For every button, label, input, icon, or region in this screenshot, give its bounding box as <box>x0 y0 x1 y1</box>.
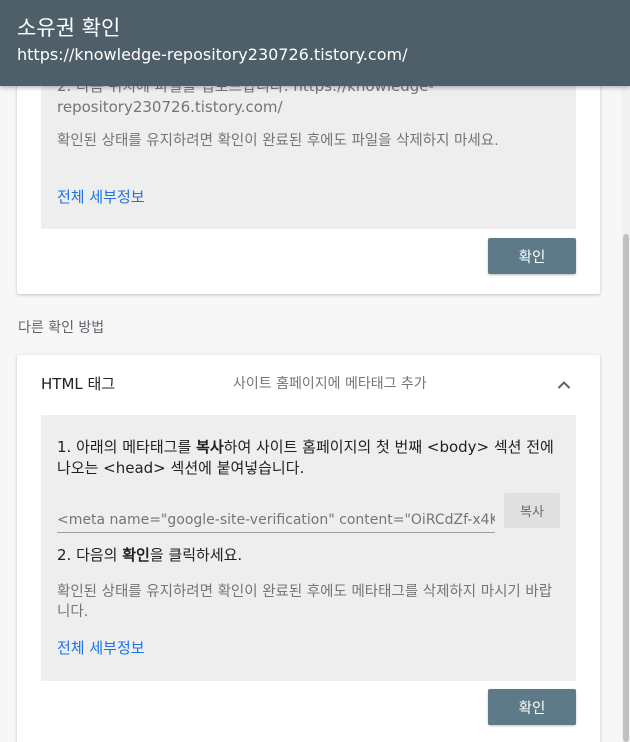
chevron-up-icon[interactable] <box>554 375 574 395</box>
confirm-button[interactable]: 확인 <box>488 689 576 725</box>
copy-button[interactable]: 복사 <box>504 493 560 528</box>
step-2-click-confirm: 2. 다음의 확인을 클릭하세요. <box>57 546 243 564</box>
html-tag-method-header[interactable]: HTML 태그 사이트 홈페이지에 메타태그 추가 <box>17 355 600 415</box>
confirm-button[interactable]: 확인 <box>488 238 576 274</box>
step-2-bold-confirm: 확인 <box>122 546 150 564</box>
method-description: 사이트 홈페이지에 메타태그 추가 <box>233 376 427 392</box>
content-area: 2. 다음 위치에 파일을 업로드합니다: https://knowledge-… <box>0 0 622 742</box>
scrollbar[interactable] <box>622 86 630 742</box>
method-name: HTML 태그 <box>41 375 116 393</box>
step-1-bold-copy: 복사 <box>196 438 224 456</box>
other-methods-label: 다른 확인 방법 <box>18 320 105 336</box>
dialog-header: 소유권 확인 https://knowledge-repository23072… <box>0 0 630 86</box>
html-tag-method-card: HTML 태그 사이트 홈페이지에 메타태그 추가 1. 아래의 메타태그를 복… <box>17 355 600 742</box>
step-1-copy-meta-tag: 1. 아래의 메타태그를 복사하여 사이트 홈페이지의 첫 번째 <body> … <box>57 438 554 477</box>
scrollbar-thumb[interactable] <box>623 234 629 742</box>
keep-file-note: 확인된 상태를 유지하려면 확인이 완료된 후에도 파일을 삭제하지 마세요. <box>57 133 499 149</box>
meta-tag-field[interactable] <box>57 507 495 533</box>
full-details-link[interactable]: 전체 세부정보 <box>57 187 145 207</box>
site-url: https://knowledge-repository230726.tisto… <box>17 45 408 64</box>
keep-meta-tag-note: 확인된 상태를 유지하려면 확인이 완료된 후에도 메타태그를 삭제하지 마시기… <box>57 584 553 620</box>
html-tag-instructions-panel: 1. 아래의 메타태그를 복사하여 사이트 홈페이지의 첫 번째 <body> … <box>41 415 576 681</box>
dialog-title: 소유권 확인 <box>17 16 121 40</box>
full-details-link[interactable]: 전체 세부정보 <box>57 638 145 658</box>
